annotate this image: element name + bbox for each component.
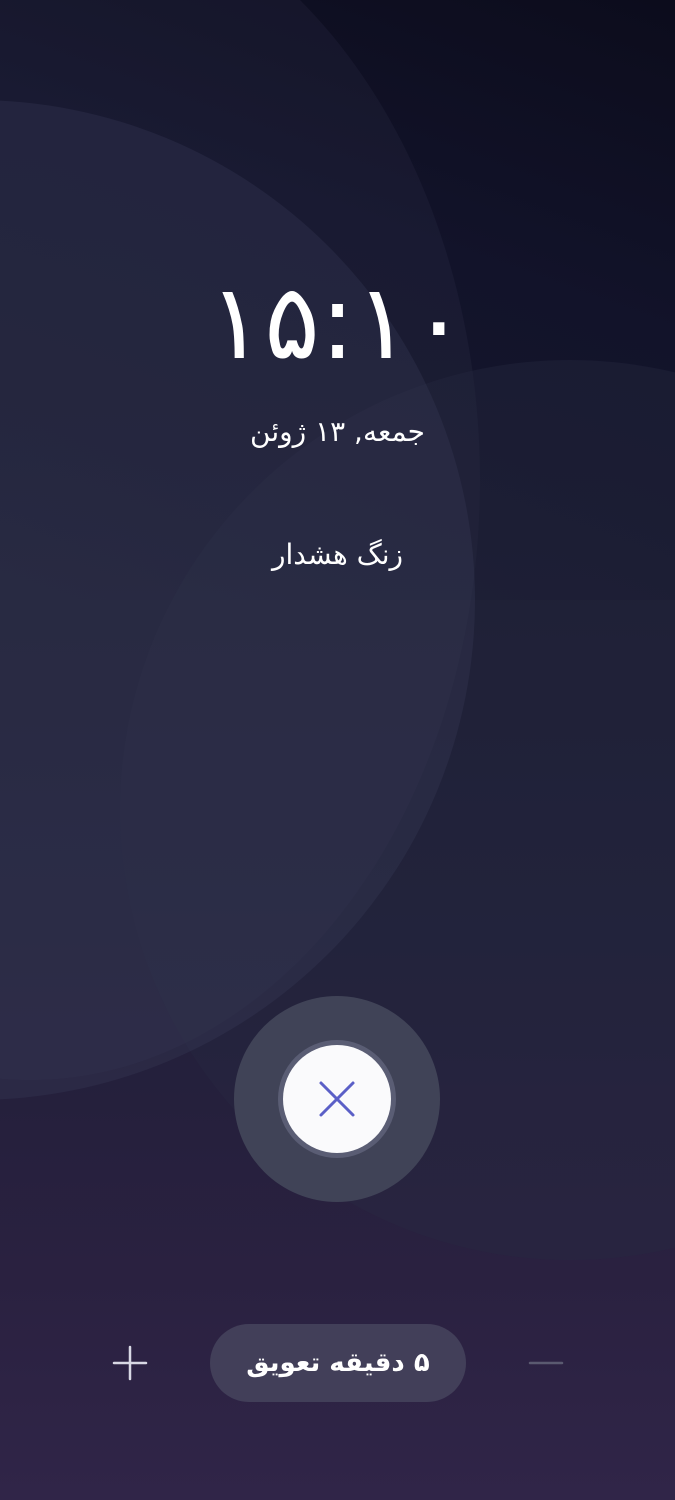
alarm-time: ۱۵:۱۰ — [208, 261, 467, 383]
snooze-controls: ۵ دقیقه تعویق — [0, 1324, 675, 1402]
snooze-increase-button[interactable] — [110, 1343, 150, 1383]
dismiss-area[interactable] — [234, 996, 440, 1202]
snooze-button[interactable]: ۵ دقیقه تعویق — [210, 1324, 466, 1402]
alarm-label: زنگ هشدار — [271, 538, 404, 571]
snooze-decrease-button[interactable] — [526, 1343, 566, 1383]
alarm-screen: ۱۵:۱۰ جمعه, ۱۳ ژوئن زنگ هشدار ۵ دقیقه تع… — [0, 0, 675, 1500]
snooze-label: ۵ دقیقه تعویق — [246, 1348, 430, 1378]
close-icon — [319, 1081, 355, 1117]
alarm-date: جمعه, ۱۳ ژوئن — [250, 415, 425, 448]
plus-icon — [112, 1345, 148, 1381]
dismiss-button[interactable] — [283, 1045, 391, 1153]
minus-icon — [528, 1361, 564, 1365]
